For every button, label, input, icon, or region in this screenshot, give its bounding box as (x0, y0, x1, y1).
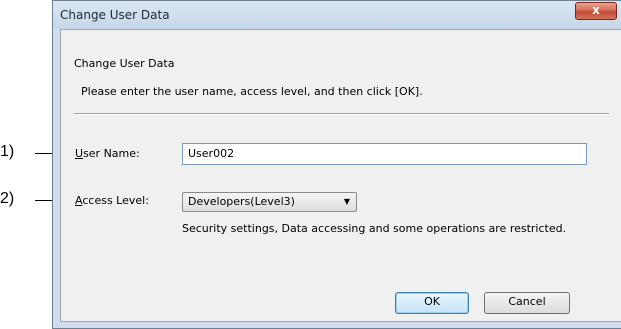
callout-1: 1) (0, 143, 15, 160)
callout-2: 2) (0, 190, 15, 207)
title-bar[interactable]: Change User Data x (53, 1, 621, 29)
dialog-body: Change User Data Please enter the user n… (60, 29, 621, 322)
close-icon: x (592, 3, 600, 17)
access-level-label-text: ccess Level: (82, 194, 149, 207)
access-level-description: Security settings, Data accessing and so… (182, 222, 567, 235)
change-user-data-dialog: Change User Data x Change User Data Plea… (52, 0, 621, 329)
cancel-button[interactable]: Cancel (484, 292, 570, 314)
close-button[interactable]: x (575, 2, 617, 20)
instruction-text: Please enter the user name, access level… (81, 85, 423, 98)
section-title: Change User Data (74, 57, 175, 70)
access-level-value: Developers(Level3) (188, 195, 295, 208)
user-name-label-text: ser Name: (83, 147, 140, 160)
user-name-input[interactable]: User002 (182, 143, 587, 165)
page: 1) 2) Change User Data x Change User Dat… (0, 0, 621, 329)
access-level-label: Access Level: (75, 194, 149, 207)
divider (74, 113, 609, 115)
user-name-accel: U (75, 147, 84, 160)
access-level-select[interactable]: Developers(Level3) ▼ (182, 192, 357, 212)
window-title: Change User Data (60, 8, 170, 22)
user-name-label: User Name: (75, 147, 140, 160)
ok-button[interactable]: OK (395, 292, 469, 314)
dropdown-arrow-icon: ▼ (343, 197, 350, 206)
